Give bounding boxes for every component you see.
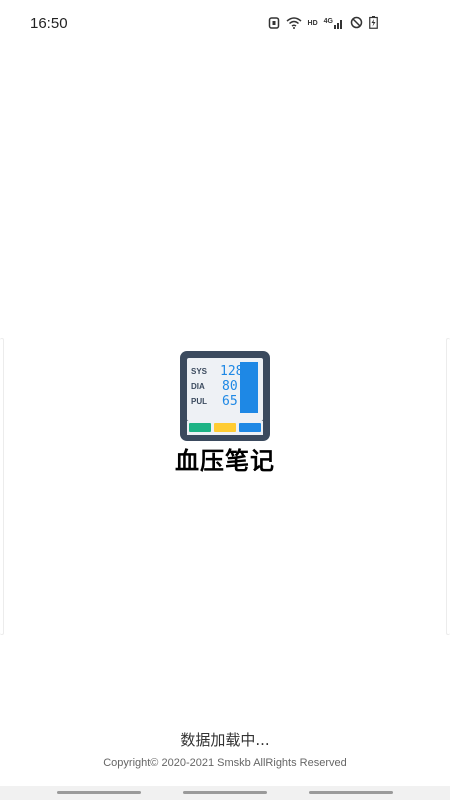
signal-icon: 4G (324, 18, 344, 29)
blood-pressure-monitor-icon: SYS DIA PUL 128 80 65 (179, 350, 271, 442)
battery-icon (369, 14, 378, 33)
status-icons: HD 4G (268, 15, 378, 31)
do-not-disturb-icon (350, 14, 363, 33)
status-time: 16:50 (30, 15, 68, 32)
monitor-label-dia: DIA (191, 382, 205, 391)
left-edge-panel (0, 338, 4, 635)
monitor-value-dia: 80 (222, 379, 238, 394)
nav-back-handle[interactable] (57, 791, 141, 794)
app-title: 血压笔记 (175, 447, 275, 475)
signal-label: 4G (323, 17, 333, 25)
nav-home-handle[interactable] (183, 791, 267, 794)
alarm-icon (268, 14, 280, 33)
wifi-icon (286, 14, 302, 33)
monitor-value-pul: 65 (222, 394, 238, 409)
monitor-value-sys: 128 (220, 364, 243, 379)
hd-icon: HD (307, 19, 318, 27)
nav-recents-handle[interactable] (309, 791, 393, 794)
status-bar: 16:50 HD 4G (0, 0, 450, 46)
monitor-label-sys: SYS (191, 367, 208, 376)
loading-text: 数据加载中... (180, 731, 270, 749)
copyright-text: Copyright© 2020-2021 Smskb AllRights Res… (103, 757, 347, 769)
right-edge-panel (446, 338, 450, 635)
navigation-bar (0, 786, 450, 800)
monitor-label-pul: PUL (191, 397, 207, 406)
